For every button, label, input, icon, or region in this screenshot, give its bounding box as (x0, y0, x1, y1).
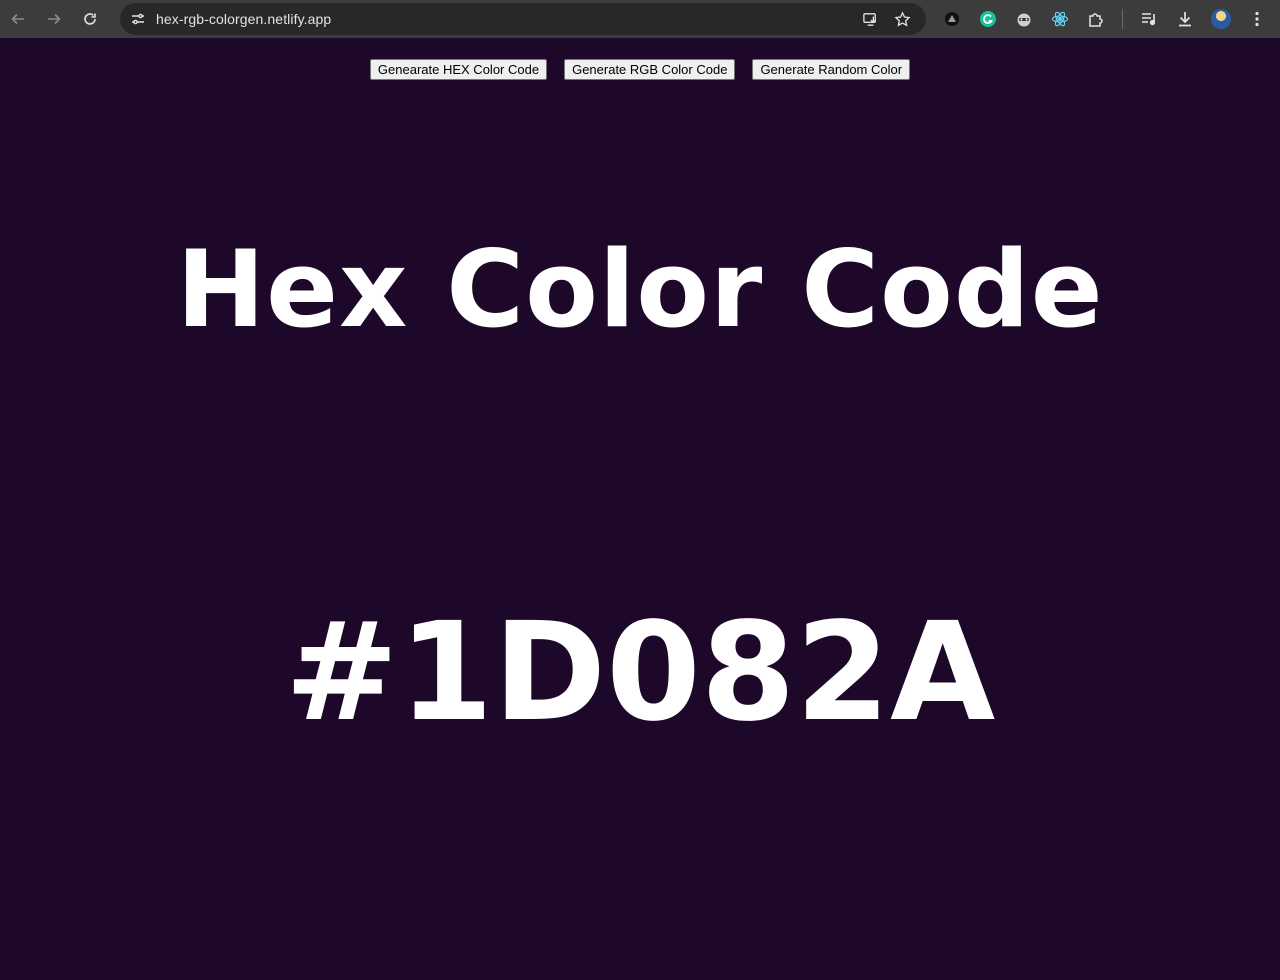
browser-toolbar: hex-rgb-colorgen.netlify.app (0, 0, 1280, 38)
reload-icon[interactable] (72, 0, 108, 38)
raccoon-extension-icon[interactable] (1006, 0, 1042, 38)
url-text[interactable]: hex-rgb-colorgen.netlify.app (156, 11, 331, 27)
generate-random-button[interactable]: Generate Random Color (752, 59, 911, 80)
profile-button[interactable] (1203, 0, 1239, 38)
toolbar-divider (1122, 9, 1123, 29)
install-app-icon[interactable] (854, 3, 886, 35)
puzzle-extensions-icon[interactable] (1078, 0, 1114, 38)
media-queue-icon[interactable] (1131, 0, 1167, 38)
privacy-badger-icon[interactable] (934, 0, 970, 38)
forward-arrow-icon[interactable] (36, 0, 72, 38)
address-bar[interactable]: hex-rgb-colorgen.netlify.app (120, 3, 926, 35)
page-body: Genearate HEX Color Code Generate RGB Co… (0, 42, 1280, 980)
avatar (1211, 9, 1231, 29)
generate-rgb-button[interactable]: Generate RGB Color Code (564, 59, 736, 80)
page-title: Hex Color Code (176, 228, 1104, 351)
react-devtools-icon[interactable] (1042, 0, 1078, 38)
generate-hex-button[interactable]: Genearate HEX Color Code (369, 59, 548, 80)
site-settings-icon[interactable] (120, 3, 156, 35)
grammarly-icon[interactable] (970, 0, 1006, 38)
kebab-menu-icon[interactable] (1239, 0, 1275, 38)
color-code-value: #1D082A (284, 594, 996, 752)
generator-buttons: Genearate HEX Color Code Generate RGB Co… (0, 59, 1280, 80)
back-arrow-icon[interactable] (0, 0, 36, 38)
download-icon[interactable] (1167, 0, 1203, 38)
star-icon[interactable] (886, 3, 918, 35)
